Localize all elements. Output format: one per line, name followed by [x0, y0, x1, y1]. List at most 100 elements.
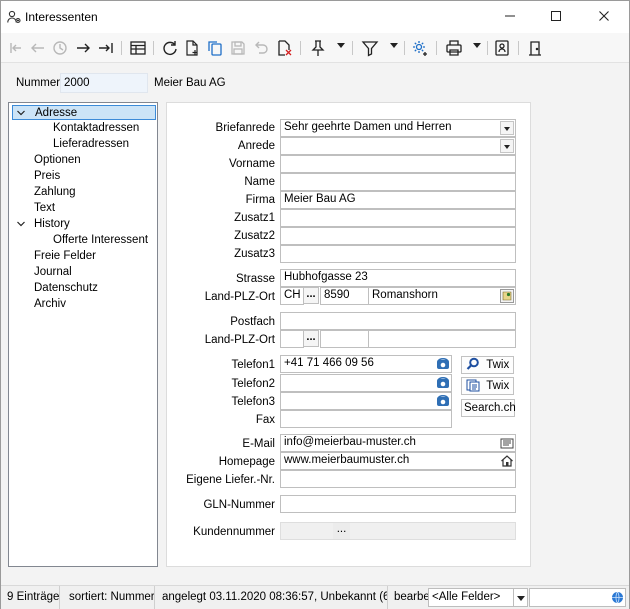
maximize-button[interactable] — [533, 1, 579, 33]
eigene-liefer-nr-field[interactable] — [280, 470, 516, 488]
land-field[interactable]: CH — [280, 287, 304, 305]
plz2-field[interactable] — [320, 330, 369, 348]
contacts-button[interactable] — [493, 39, 513, 57]
briefanrede-dropdown-button[interactable] — [500, 121, 514, 135]
plz-field[interactable]: 8590 — [320, 287, 369, 305]
land-plz-ort-label: Land-PLZ-Ort — [204, 291, 275, 303]
twix-directory-button[interactable]: Twix — [461, 377, 514, 395]
last-record-button[interactable] — [97, 39, 117, 57]
kundennummer-lookup-button[interactable]: ... — [333, 523, 350, 539]
email-icon[interactable] — [500, 436, 514, 450]
land2-lookup-button[interactable]: ... — [303, 330, 319, 347]
fax-field[interactable] — [280, 410, 452, 428]
minimize-button[interactable] — [487, 1, 533, 33]
new-document-icon — [186, 40, 198, 56]
field-filter-select[interactable]: <Alle Felder> — [428, 588, 528, 607]
toolbar — [1, 33, 629, 63]
gln-nummer-field[interactable] — [280, 495, 516, 513]
firma-field[interactable]: Meier Bau AG — [280, 191, 516, 209]
telefon3-field[interactable] — [280, 392, 452, 410]
window-title: Interessenten — [25, 10, 98, 24]
delete-record-button[interactable] — [275, 39, 295, 57]
tree-item-preis[interactable]: Preis — [34, 169, 60, 184]
tree-item-label: Text — [34, 202, 56, 214]
next-record-button[interactable] — [74, 39, 94, 57]
print-dropdown[interactable] — [473, 43, 481, 48]
tree-item-journal[interactable]: Journal — [34, 265, 72, 280]
tree-item-label: Journal — [34, 266, 72, 278]
search-ch-button[interactable]: Search.ch — [461, 399, 516, 417]
pin-button[interactable] — [309, 39, 329, 57]
phone-icon[interactable] — [436, 394, 450, 408]
tree-item-kontaktadressen[interactable]: Kontaktadressen — [53, 121, 139, 136]
minimize-icon — [505, 15, 515, 17]
tree-item-zahlung[interactable]: Zahlung — [34, 185, 76, 200]
anrede-dropdown-button[interactable] — [500, 139, 514, 153]
print-button[interactable] — [445, 39, 465, 57]
zusatz2-field[interactable] — [280, 227, 516, 245]
twix-search-button[interactable]: Twix — [461, 356, 514, 374]
close-button[interactable] — [581, 1, 627, 33]
app-window: Interessenten Nummer 2000 Meier Bau AG A… — [0, 0, 630, 609]
history-button[interactable] — [51, 39, 71, 57]
name-field[interactable] — [280, 173, 516, 191]
new-record-button[interactable] — [183, 39, 203, 57]
arrow-right-icon — [77, 43, 90, 53]
refresh-button[interactable] — [161, 39, 181, 57]
maximize-icon — [551, 11, 561, 21]
telefon1-value: +41 71 466 09 56 — [284, 357, 374, 369]
tree-item-text[interactable]: Text — [34, 201, 55, 216]
phone-icon[interactable] — [436, 376, 450, 390]
filter-dropdown[interactable] — [390, 43, 398, 48]
land-plz-ort-2-label: Land-PLZ-Ort — [204, 334, 275, 346]
zusatz1-field[interactable] — [280, 209, 516, 227]
tree-item-history[interactable]: History — [16, 217, 156, 232]
globe-search-icon[interactable] — [611, 591, 624, 604]
first-record-button[interactable] — [7, 39, 27, 57]
field-filter-dropdown-button[interactable] — [513, 589, 527, 606]
ort2-field[interactable] — [368, 330, 516, 348]
vorname-field[interactable] — [280, 155, 516, 173]
land-lookup-button[interactable]: ... — [303, 287, 319, 304]
record-header: Nummer 2000 Meier Bau AG — [2, 63, 629, 103]
toolbar-separator — [300, 41, 301, 55]
home-icon[interactable] — [500, 454, 514, 468]
copy-record-button[interactable] — [206, 39, 226, 57]
table-view-button[interactable] — [129, 39, 149, 57]
telefon2-field[interactable] — [280, 374, 452, 392]
quick-search-input[interactable] — [529, 588, 626, 607]
exit-button[interactable] — [526, 39, 546, 57]
filter-button[interactable] — [361, 39, 381, 57]
zusatz3-field[interactable] — [280, 245, 516, 263]
close-icon — [599, 11, 609, 21]
tree-item-datenschutz[interactable]: Datenschutz — [34, 281, 98, 296]
tree-item-label: Kontaktadressen — [53, 122, 140, 134]
tree-item-optionen[interactable]: Optionen — [34, 153, 81, 168]
postfach-field[interactable] — [280, 312, 516, 330]
anrede-select[interactable] — [280, 137, 516, 155]
firma-label: Firma — [245, 194, 275, 206]
tree-item-freie-felder[interactable]: Freie Felder — [34, 249, 96, 264]
telefon1-field[interactable]: +41 71 466 09 56 — [280, 355, 452, 373]
contact-person-icon — [7, 10, 21, 24]
pin-dropdown[interactable] — [337, 43, 345, 48]
number-field[interactable]: 2000 — [60, 73, 148, 93]
briefanrede-select[interactable]: Sehr geehrte Damen und Herren — [280, 119, 516, 137]
previous-record-button[interactable] — [29, 39, 49, 57]
save-button[interactable] — [229, 39, 249, 57]
tree-item-adresse[interactable]: Adresse — [12, 105, 156, 120]
tree-item-lieferadressen[interactable]: Lieferadressen — [53, 137, 129, 152]
settings-button[interactable] — [411, 39, 431, 57]
homepage-field[interactable]: www.meierbaumuster.ch — [280, 452, 516, 470]
tree-item-offerte-interessent[interactable]: Offerte Interessent — [53, 233, 148, 248]
email-field[interactable]: info@meierbau-muster.ch — [280, 434, 516, 452]
undo-button[interactable] — [252, 39, 272, 57]
land2-field[interactable] — [280, 330, 304, 348]
phone-icon[interactable] — [436, 357, 450, 371]
map-icon[interactable] — [500, 289, 514, 303]
ort-field[interactable]: Romanshorn — [368, 287, 516, 305]
postfach-label: Postfach — [230, 316, 275, 328]
ort-value: Romanshorn — [372, 289, 438, 301]
strasse-field[interactable]: Hubhofgasse 23 — [280, 269, 516, 287]
tree-item-archiv[interactable]: Archiv — [34, 297, 66, 312]
